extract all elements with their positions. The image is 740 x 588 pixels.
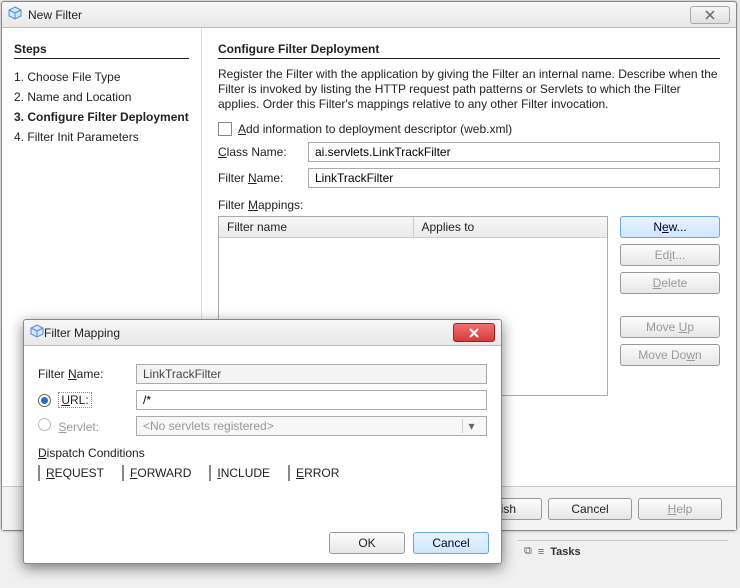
step-1: 1. Choose File Type	[14, 67, 189, 87]
dlg-cancel-button[interactable]: Cancel	[413, 532, 489, 554]
filter-name-field[interactable]	[308, 168, 720, 188]
dialog-footer: OK Cancel	[24, 523, 501, 563]
list-icon: ≡	[538, 546, 544, 558]
panel-description: Register the Filter with the application…	[218, 67, 720, 112]
dialog-titlebar: Filter Mapping	[24, 320, 501, 346]
help-button[interactable]: Help	[638, 498, 722, 520]
request-checkbox[interactable]	[38, 465, 40, 481]
mappings-label: Filter Mappings:	[218, 198, 720, 212]
col-applies-to: Applies to	[414, 217, 608, 237]
filter-name-label: Filter Name:	[218, 171, 308, 185]
url-radio-row[interactable]: URL:	[38, 393, 128, 407]
include-checkbox[interactable]	[209, 465, 211, 481]
edit-button[interactable]: Edit...	[620, 244, 720, 266]
servlet-select-value: <No servlets registered>	[143, 419, 462, 433]
steps-heading: Steps	[14, 42, 189, 59]
tasks-bar[interactable]: ⧉ ≡ Tasks	[518, 540, 728, 562]
moveup-button[interactable]: Move Up	[620, 316, 720, 338]
servlet-radio-row[interactable]: Servlet:	[38, 418, 128, 434]
mappings-header: Filter name Applies to	[219, 217, 607, 238]
include-checkbox-row[interactable]: INCLUDE	[209, 466, 270, 480]
url-field[interactable]	[136, 390, 487, 410]
request-checkbox-row[interactable]: REQUEST	[38, 466, 104, 480]
class-name-label: Class Name:	[218, 145, 308, 159]
error-checkbox[interactable]	[288, 465, 290, 481]
dlg-filter-name-label: Filter Name:	[38, 367, 128, 381]
dialog-title: Filter Mapping	[44, 326, 453, 340]
dispatch-heading: Dispatch Conditions	[38, 446, 487, 460]
forward-checkbox[interactable]	[122, 465, 124, 481]
step-2: 2. Name and Location	[14, 87, 189, 107]
class-name-field[interactable]	[308, 142, 720, 162]
filter-icon: ⧉	[524, 545, 532, 558]
add-info-checkbox[interactable]	[218, 122, 232, 136]
col-filter-name: Filter name	[219, 217, 414, 237]
new-button[interactable]: New...	[620, 216, 720, 238]
servlet-select[interactable]: <No servlets registered> ▾	[136, 416, 487, 436]
window-title: New Filter	[28, 8, 690, 22]
step-4: 4. Filter Init Parameters	[14, 127, 189, 147]
cancel-button[interactable]: Cancel	[548, 498, 632, 520]
dialog-cube-icon	[30, 324, 44, 341]
dialog-close-button[interactable]	[453, 323, 495, 342]
movedown-button[interactable]: Move Down	[620, 344, 720, 366]
tasks-label: Tasks	[550, 546, 580, 558]
servlet-radio[interactable]	[38, 418, 51, 431]
ok-button[interactable]: OK	[329, 532, 405, 554]
url-label: URL:	[58, 392, 91, 408]
app-cube-icon	[8, 6, 22, 23]
dlg-filter-name-field	[136, 364, 487, 384]
delete-button[interactable]: Delete	[620, 272, 720, 294]
panel-heading: Configure Filter Deployment	[218, 42, 720, 59]
forward-checkbox-row[interactable]: FORWARD	[122, 466, 191, 480]
mappings-buttons: New... Edit... Delete Move Up Move Down	[620, 216, 720, 396]
chevron-down-icon: ▾	[462, 419, 480, 433]
add-info-label: Add information to deployment descriptor…	[238, 122, 512, 136]
window-titlebar: New Filter	[2, 2, 736, 28]
filter-mapping-dialog: Filter Mapping Filter Name: URL: Servlet…	[23, 319, 502, 564]
step-3: 3. Configure Filter Deployment	[14, 107, 189, 127]
url-radio[interactable]	[38, 394, 51, 407]
error-checkbox-row[interactable]: ERROR	[288, 466, 339, 480]
window-close-button[interactable]	[690, 6, 730, 24]
servlet-label: Servlet:	[58, 420, 99, 434]
